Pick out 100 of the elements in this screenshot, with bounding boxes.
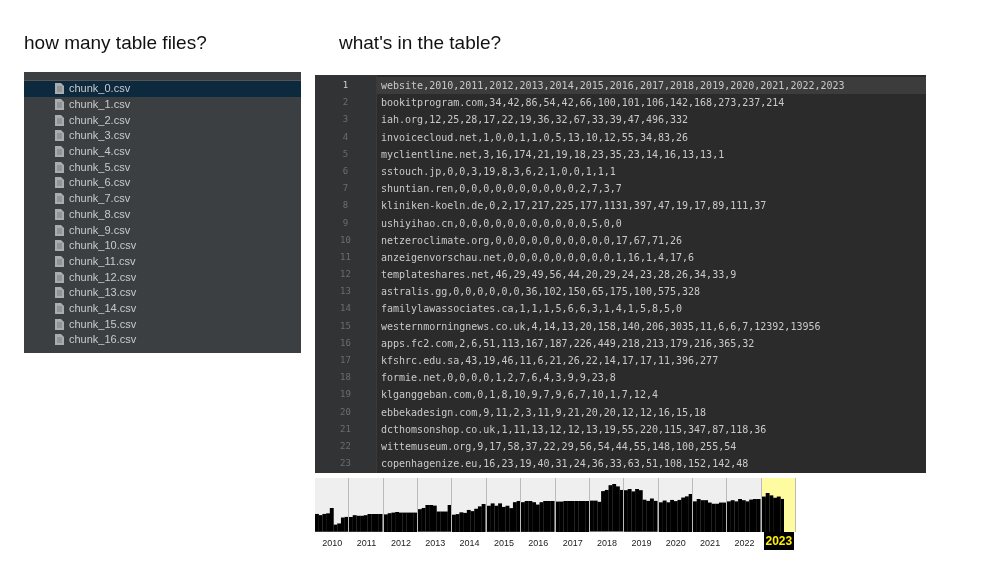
file-icon xyxy=(55,193,64,205)
year-label[interactable]: 2021 xyxy=(700,534,721,552)
histogram-drawing xyxy=(521,501,555,532)
year-label[interactable]: 2012 xyxy=(390,534,411,552)
code-line: copenhagenize.eu,16,23,19,40,31,24,36,33,63,51,108,152,142,48 xyxy=(380,457,750,472)
timeline-column[interactable] xyxy=(452,478,487,532)
code-line: sstouch.jp,0,0,3,19,8,3,6,2,1,0,0,1,1,1 xyxy=(380,164,617,179)
histogram-drawing xyxy=(658,494,692,532)
file-item[interactable]: chunk_5.csv xyxy=(24,159,301,176)
timeline-column[interactable] xyxy=(555,478,590,532)
file-item[interactable]: chunk_3.csv xyxy=(24,128,301,144)
file-icon xyxy=(55,302,64,314)
line-number: 22 xyxy=(340,439,351,453)
file-icon xyxy=(55,99,64,111)
timeline-column[interactable] xyxy=(349,478,384,532)
code-line: anzeigenvorschau.net,0,0,0,0,0,0,0,0,0,1,16,1,4,17,6 xyxy=(380,250,696,265)
file-icon xyxy=(55,83,64,95)
year-label[interactable]: 2010 xyxy=(322,534,343,552)
file-icon xyxy=(55,224,64,236)
timeline-column[interactable] xyxy=(486,478,522,532)
file-item[interactable]: chunk_7.csv xyxy=(24,190,301,207)
file-icon xyxy=(55,130,64,142)
file-item[interactable]: chunk_16.csv xyxy=(24,332,301,348)
file-icon xyxy=(55,177,64,189)
file-item[interactable]: chunk_2.csv xyxy=(24,112,301,129)
code-line: apps.fc2.com,2,6,51,113,167,187,226,449,218,213,179,216,365,32 xyxy=(380,336,756,351)
file-item[interactable]: chunk_1.csv xyxy=(24,96,301,113)
file-item[interactable]: chunk_10.csv xyxy=(24,237,301,254)
year-label[interactable]: 2023 xyxy=(763,532,795,550)
file-item[interactable]: chunk_12.csv xyxy=(24,269,301,285)
timeline-column[interactable] xyxy=(624,478,659,532)
heading: how many table files? xyxy=(24,31,208,55)
timeline-column[interactable] xyxy=(761,478,797,532)
code-line: astralis.gg,0,0,0,0,0,0,36,102,150,65,175,100,575,328 xyxy=(380,285,702,300)
year-label[interactable]: 2015 xyxy=(493,534,514,552)
file-item[interactable]: chunk_0.csv xyxy=(24,81,301,97)
code-line: kliniken-koeln.de,0,2,17,217,225,177,1131,397,47,19,17,89,111,37 xyxy=(380,199,768,214)
code-line: shuntian.ren,0,0,0,0,0,0,0,0,0,0,2,7,3,7 xyxy=(380,182,623,197)
histogram-drawing xyxy=(418,505,452,532)
file-item[interactable]: chunk_14.csv xyxy=(24,300,301,317)
code-line: netzeroclimate.org,0,0,0,0,0,0,0,0,0,0,17,67,71,26 xyxy=(380,233,684,248)
file-icon xyxy=(55,255,64,267)
code-line: templateshares.net,46,29,49,56,44,20,29,24,23,28,26,34,33,9 xyxy=(380,268,738,283)
year-label[interactable]: 2022 xyxy=(734,534,755,552)
file-icon xyxy=(55,161,64,173)
file-icon xyxy=(55,208,64,220)
code-line: dcthomsonshop.co.uk,1,11,13,12,12,13,19,55,220,115,347,87,118,36 xyxy=(380,422,768,437)
histogram-drawing xyxy=(486,501,521,532)
line-number: 17 xyxy=(340,354,351,367)
file-icon xyxy=(55,318,64,330)
timeline-column[interactable] xyxy=(727,478,762,532)
code-line: westernmorningnews.co.uk,4,14,13,20,158,140,206,3035,11,6,6,7,12392,13956 xyxy=(380,319,822,334)
line-number: 23 xyxy=(340,457,351,471)
year-label[interactable]: 2020 xyxy=(665,534,686,552)
code-line: bookitprogram.com,34,42,86,54,42,66,100,101,106,142,168,273,237,214 xyxy=(380,96,786,111)
file-icon xyxy=(55,287,64,299)
code-line: kfshrc.edu.sa,43,19,46,11,6,21,26,22,14,17,17,11,396,277 xyxy=(380,354,720,368)
timeline-column[interactable] xyxy=(589,478,625,532)
code-line: wittemuseum.org,9,17,58,37,22,29,56,54,44,55,148,100,255,54 xyxy=(380,439,738,454)
file-item[interactable]: chunk_15.csv xyxy=(24,316,301,332)
code-line: formie.net,0,0,0,0,1,2,7,6,4,3,9,9,23,8 xyxy=(380,371,617,386)
year-label[interactable]: 2013 xyxy=(425,534,446,552)
heading: what's in the table? xyxy=(339,31,503,55)
line-number: 20 xyxy=(340,405,351,419)
histogram-drawing xyxy=(624,489,658,532)
code-line: invoicecloud.net,1,0,0,1,1,0,5,13,10,12,55,34,83,26 xyxy=(380,130,690,145)
file-item[interactable]: chunk_8.csv xyxy=(24,206,301,223)
file-item[interactable]: chunk_13.csv xyxy=(24,284,301,301)
line-number: 11 xyxy=(340,250,351,264)
file-item[interactable]: chunk_9.csv xyxy=(24,222,301,238)
histogram-drawing xyxy=(315,508,349,532)
line-number: 10 xyxy=(340,233,351,247)
file-icon xyxy=(55,240,64,252)
code-line: familylawassociates.ca,1,1,1,5,6,6,3,1,4,1,5,8,5,0 xyxy=(380,302,684,317)
timeline-column[interactable] xyxy=(521,478,556,532)
line-number: 1 xyxy=(342,79,349,92)
timeline-column[interactable] xyxy=(315,478,350,532)
year-label[interactable]: 2014 xyxy=(459,534,480,552)
timeline-column[interactable] xyxy=(418,478,453,532)
file-item[interactable]: chunk_6.csv xyxy=(24,175,301,191)
line-number: 4 xyxy=(342,130,349,144)
file-icon xyxy=(55,334,64,346)
histogram-drawing xyxy=(349,514,383,532)
line-number: 21 xyxy=(340,422,351,436)
code-line: ebbekadesign.com,9,11,2,3,11,9,21,20,20,12,12,16,15,18 xyxy=(380,405,708,420)
file-icon xyxy=(55,271,64,283)
year-label[interactable]: 2011 xyxy=(356,534,377,552)
year-label[interactable]: 2018 xyxy=(597,534,618,552)
file-icon xyxy=(55,146,64,158)
year-label[interactable]: 2017 xyxy=(562,534,583,552)
timeline-column[interactable] xyxy=(383,478,419,532)
line-number: 16 xyxy=(340,336,351,350)
code-line: myclientline.net,3,16,174,21,19,18,23,35,23,14,16,13,13,1 xyxy=(380,147,726,162)
timeline-column[interactable] xyxy=(692,478,728,532)
file-item[interactable]: chunk_4.csv xyxy=(24,143,301,160)
year-label[interactable]: 2019 xyxy=(631,534,652,552)
timeline-column[interactable] xyxy=(658,478,693,532)
file-item[interactable]: chunk_11.csv xyxy=(24,253,301,270)
code-line: iah.org,12,25,28,17,22,19,36,32,67,33,39,47,496,332 xyxy=(380,113,690,128)
year-label[interactable]: 2016 xyxy=(528,534,549,552)
